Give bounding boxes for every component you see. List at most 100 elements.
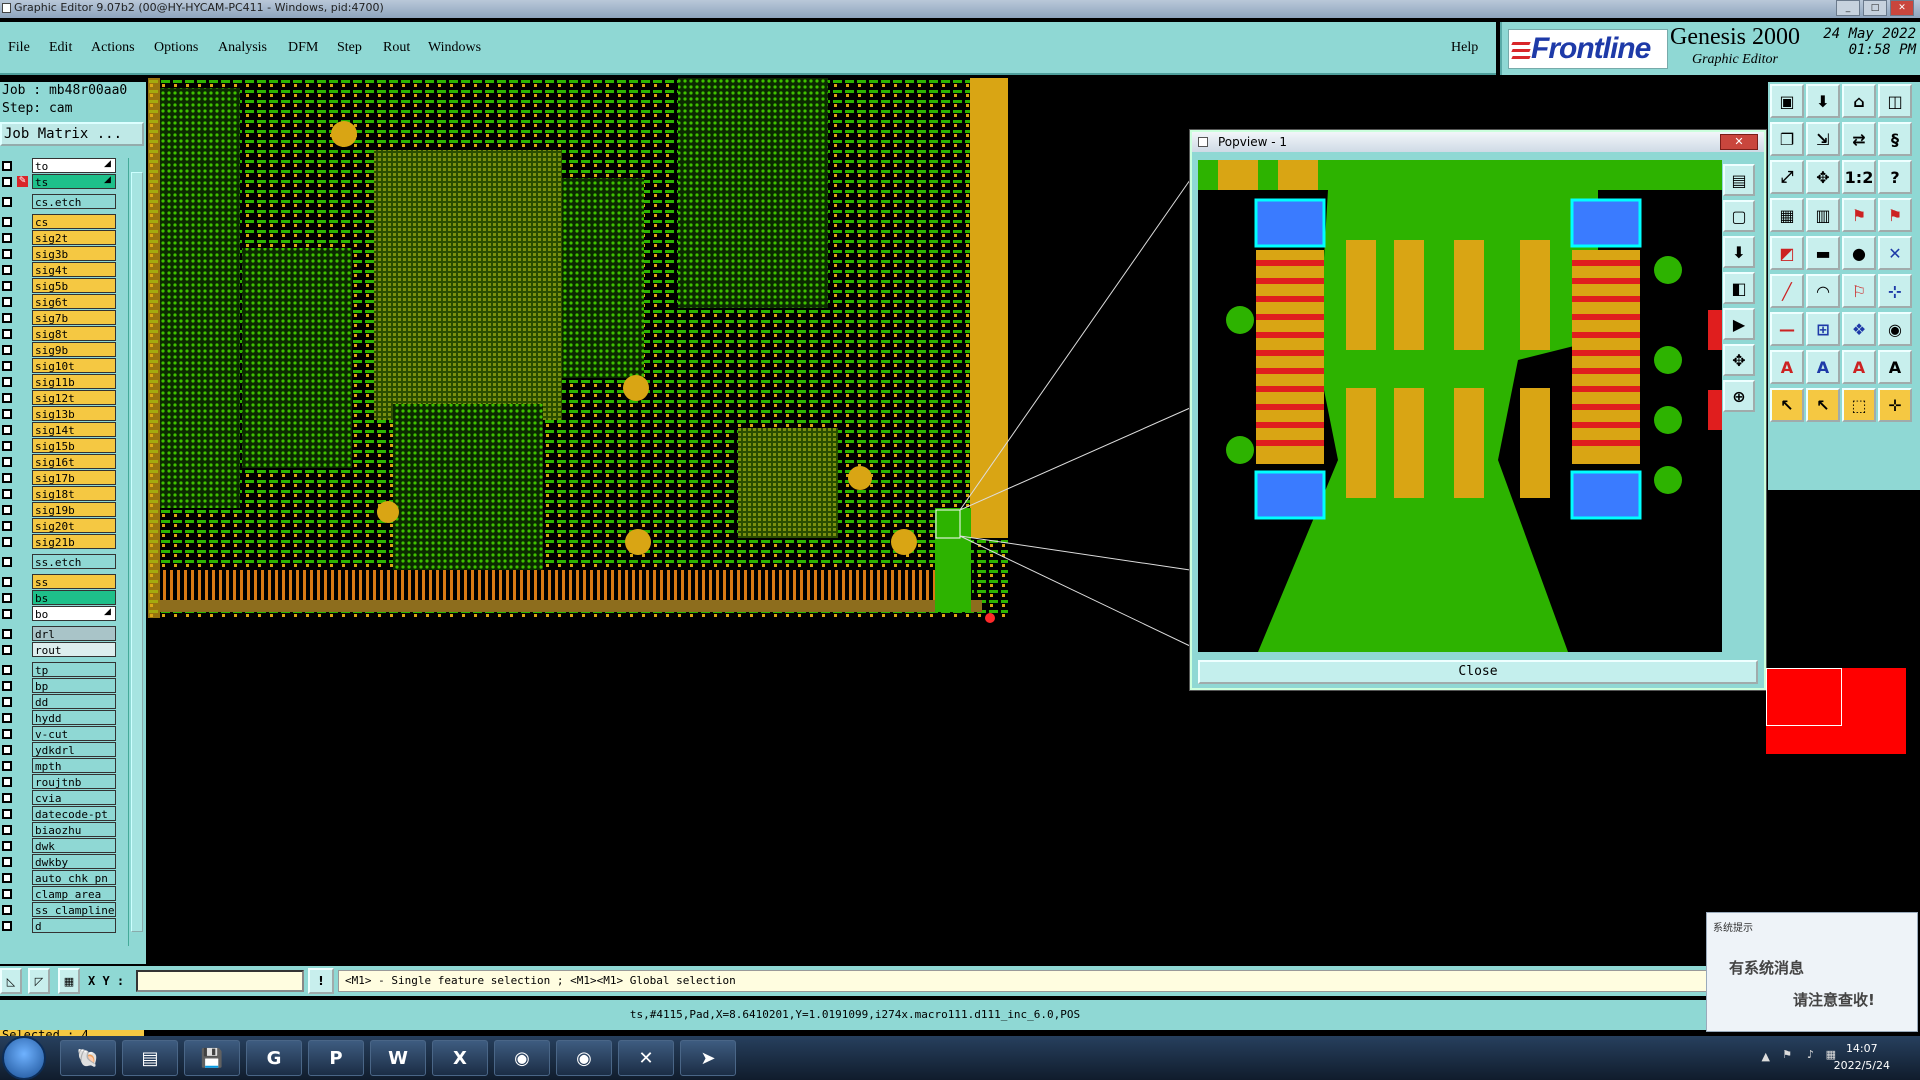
popview-tool-4[interactable]: ◧: [1723, 272, 1755, 304]
layer-name[interactable]: sig17b: [32, 470, 116, 485]
measure-icon[interactable]: ◺: [0, 968, 22, 994]
layer-scrollbar[interactable]: [128, 158, 144, 946]
tool-cross-icon[interactable]: ⊞: [1806, 312, 1840, 346]
notepad-icon[interactable]: ▤: [122, 1040, 178, 1076]
tool-mirror-icon[interactable]: ⇄: [1842, 122, 1876, 156]
layer-name[interactable]: sig6t: [32, 294, 116, 309]
genesis-x-icon[interactable]: ✕: [618, 1040, 674, 1076]
layer-checkbox[interactable]: [2, 873, 12, 883]
tool-scale-icon[interactable]: 1:2: [1842, 160, 1876, 194]
layer-checkbox[interactable]: [2, 249, 12, 259]
layer-checkbox[interactable]: [2, 593, 12, 603]
layer-row[interactable]: sig21b: [0, 534, 118, 550]
minimize-button[interactable]: _: [1836, 0, 1860, 16]
layer-name[interactable]: sig11b: [32, 374, 116, 389]
g-app-icon[interactable]: G: [246, 1040, 302, 1076]
layer-row[interactable]: sig17b: [0, 470, 118, 486]
layer-row[interactable]: sig3b: [0, 246, 118, 262]
layer-name[interactable]: sig7b: [32, 310, 116, 325]
layer-name[interactable]: sig9b: [32, 342, 116, 357]
folder-icon[interactable]: 🐚: [60, 1040, 116, 1076]
layer-checkbox[interactable]: [2, 161, 12, 171]
popview-titlebar[interactable]: Popview - 1 ✕: [1192, 132, 1764, 152]
tool-table-icon[interactable]: ▥: [1806, 198, 1840, 232]
job-matrix-button[interactable]: Job Matrix ...: [0, 122, 144, 146]
layer-name[interactable]: dwkby: [32, 854, 116, 869]
layer-checkbox[interactable]: [2, 409, 12, 419]
layer-row[interactable]: to ◢: [0, 158, 118, 174]
layer-checkbox[interactable]: [2, 505, 12, 515]
excel-icon[interactable]: X: [432, 1040, 488, 1076]
layer-checkbox[interactable]: [2, 457, 12, 467]
popview-tool-6[interactable]: ✥: [1723, 344, 1755, 376]
layer-checkbox[interactable]: [2, 777, 12, 787]
tool-layout-icon[interactable]: ◫: [1878, 84, 1912, 118]
layer-name[interactable]: sig15b: [32, 438, 116, 453]
layer-row[interactable]: dwkby: [0, 854, 118, 870]
tool-text-a2-icon[interactable]: A: [1806, 350, 1840, 384]
layer-checkbox[interactable]: [2, 809, 12, 819]
layer-row[interactable]: ✎ ts ◢: [0, 174, 118, 190]
layer-row[interactable]: sig18t: [0, 486, 118, 502]
layer-row[interactable]: roujtnb: [0, 774, 118, 790]
layer-row[interactable]: cs: [0, 214, 118, 230]
layer-checkbox[interactable]: [2, 197, 12, 207]
layer-checkbox[interactable]: [2, 345, 12, 355]
tray-flag-icon[interactable]: ⚑: [1782, 1048, 1792, 1061]
tool-fit-icon[interactable]: ⤢: [1770, 160, 1804, 194]
layer-checkbox[interactable]: [2, 841, 12, 851]
tool-flag-icon[interactable]: ⚐: [1842, 274, 1876, 308]
tray-arrow-icon[interactable]: ▲: [1762, 1050, 1770, 1063]
popview-tool-5[interactable]: ▶: [1723, 308, 1755, 340]
tool-text-a-icon[interactable]: A: [1770, 350, 1804, 384]
layer-row[interactable]: sig11b: [0, 374, 118, 390]
layer-checkbox[interactable]: [2, 521, 12, 531]
tool-snake-icon[interactable]: §: [1878, 122, 1912, 156]
layer-name[interactable]: sig4t: [32, 262, 116, 277]
layer-name[interactable]: sig16t: [32, 454, 116, 469]
layer-name[interactable]: ss: [32, 574, 116, 589]
layer-name[interactable]: sig8t: [32, 326, 116, 341]
layer-name[interactable]: ss.etch: [32, 554, 116, 569]
start-button[interactable]: [2, 1036, 46, 1080]
layer-checkbox[interactable]: [2, 857, 12, 867]
layer-name[interactable]: auto_chk_pn: [32, 870, 116, 885]
layer-row[interactable]: v-cut: [0, 726, 118, 742]
eye-app-icon[interactable]: ◉: [494, 1040, 550, 1076]
layer-name[interactable]: cs.etch: [32, 194, 116, 209]
layer-checkbox[interactable]: [2, 793, 12, 803]
layer-name[interactable]: dwk: [32, 838, 116, 853]
tool-ruler-icon[interactable]: ▬: [1806, 236, 1840, 270]
layer-checkbox[interactable]: [2, 425, 12, 435]
layer-checkbox[interactable]: [2, 697, 12, 707]
layer-checkbox[interactable]: [2, 297, 12, 307]
tool-line-icon[interactable]: ╱: [1770, 274, 1804, 308]
tool-node-icon[interactable]: ⊹: [1878, 274, 1912, 308]
layer-checkbox[interactable]: [2, 557, 12, 567]
grid-snap-icon[interactable]: ▦: [58, 968, 80, 994]
layer-checkbox[interactable]: [2, 761, 12, 771]
tool-save-icon[interactable]: ⬇: [1806, 84, 1840, 118]
layer-checkbox[interactable]: [2, 889, 12, 899]
tray-volume-icon[interactable]: ♪: [1807, 1048, 1814, 1061]
layer-name[interactable]: sig14t: [32, 422, 116, 437]
layer-name[interactable]: cs: [32, 214, 116, 229]
layer-row[interactable]: sig14t: [0, 422, 118, 438]
layer-row[interactable]: sig6t: [0, 294, 118, 310]
layer-row[interactable]: ss.etch: [0, 554, 118, 570]
layer-name[interactable]: hydd: [32, 710, 116, 725]
layer-row[interactable]: hydd: [0, 710, 118, 726]
menu-windows[interactable]: Windows: [428, 40, 481, 56]
layer-row[interactable]: sig9b: [0, 342, 118, 358]
layer-row[interactable]: sig12t: [0, 390, 118, 406]
layer-dropdown-icon[interactable]: ◢: [104, 607, 111, 617]
layer-row[interactable]: sig16t: [0, 454, 118, 470]
layer-name[interactable]: sig18t: [32, 486, 116, 501]
layer-row[interactable]: sig7b: [0, 310, 118, 326]
layer-row[interactable]: bo ◢: [0, 606, 118, 622]
layer-checkbox[interactable]: [2, 681, 12, 691]
layer-name[interactable]: bp: [32, 678, 116, 693]
layer-name[interactable]: rout: [32, 642, 116, 657]
layer-row[interactable]: mpth: [0, 758, 118, 774]
alert-icon[interactable]: !: [308, 968, 334, 994]
